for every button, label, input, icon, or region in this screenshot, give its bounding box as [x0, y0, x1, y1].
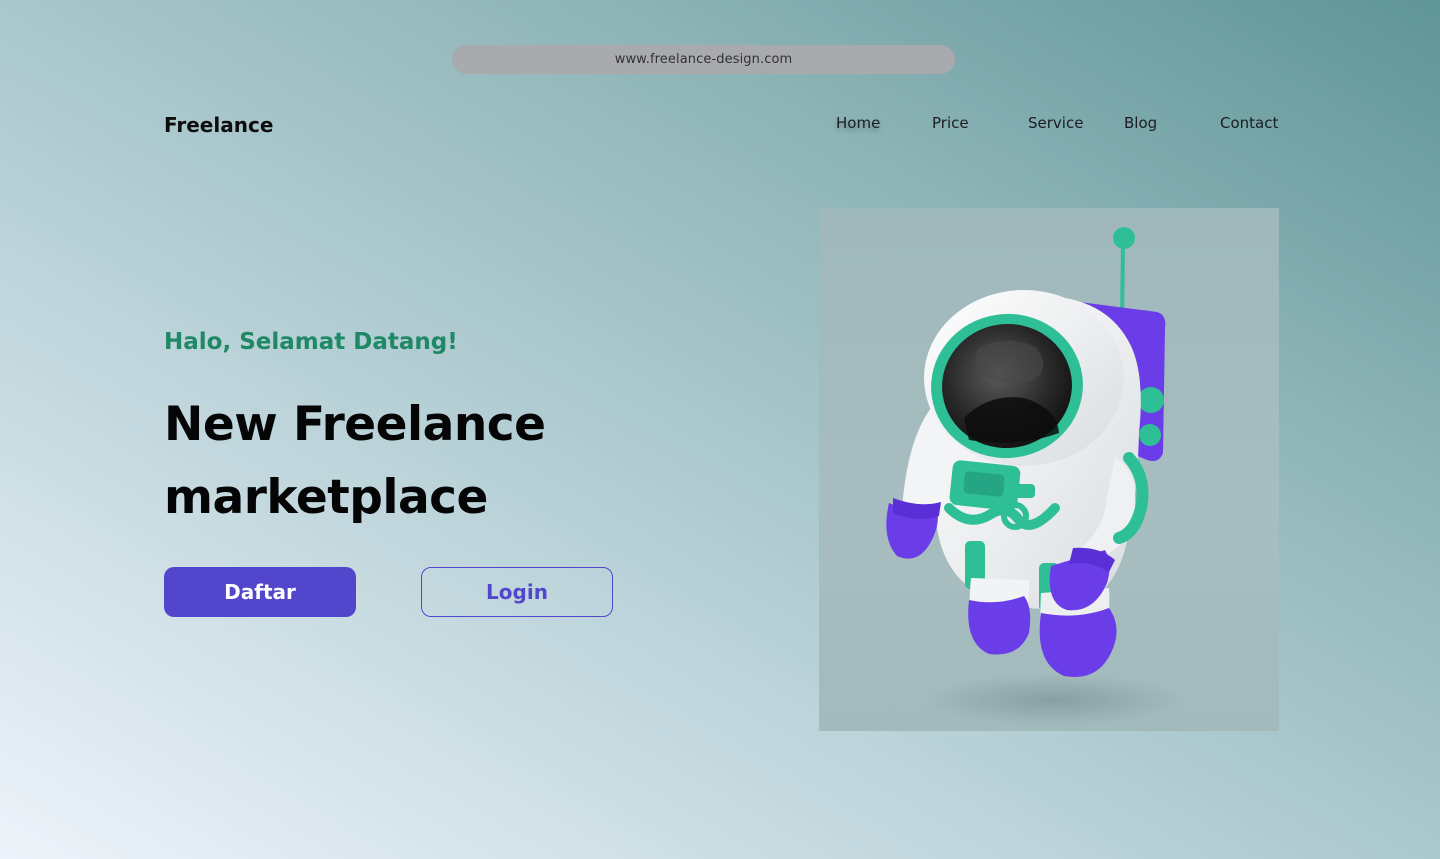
daftar-button[interactable]: Daftar — [164, 567, 356, 617]
nav-blog[interactable]: Blog — [1124, 114, 1157, 132]
hero-title-line-1: New Freelance — [164, 397, 546, 452]
logo[interactable]: Freelance — [164, 113, 273, 137]
url-text: www.freelance-design.com — [614, 52, 793, 67]
nav-home[interactable]: Home — [836, 114, 880, 132]
nav-contact[interactable]: Contact — [1220, 114, 1278, 132]
login-button[interactable]: Login — [421, 567, 613, 617]
hero-image — [819, 208, 1279, 731]
nav-service[interactable]: Service — [1028, 114, 1083, 132]
hero-title-line-2: marketplace — [164, 470, 488, 525]
address-bar[interactable]: www.freelance-design.com — [452, 45, 955, 74]
hero-title: New Freelance marketplace — [164, 388, 684, 534]
hero-greeting: Halo, Selamat Datang! — [164, 329, 458, 355]
astronaut-illustration-icon — [886, 227, 1184, 726]
nav-price[interactable]: Price — [932, 114, 969, 132]
